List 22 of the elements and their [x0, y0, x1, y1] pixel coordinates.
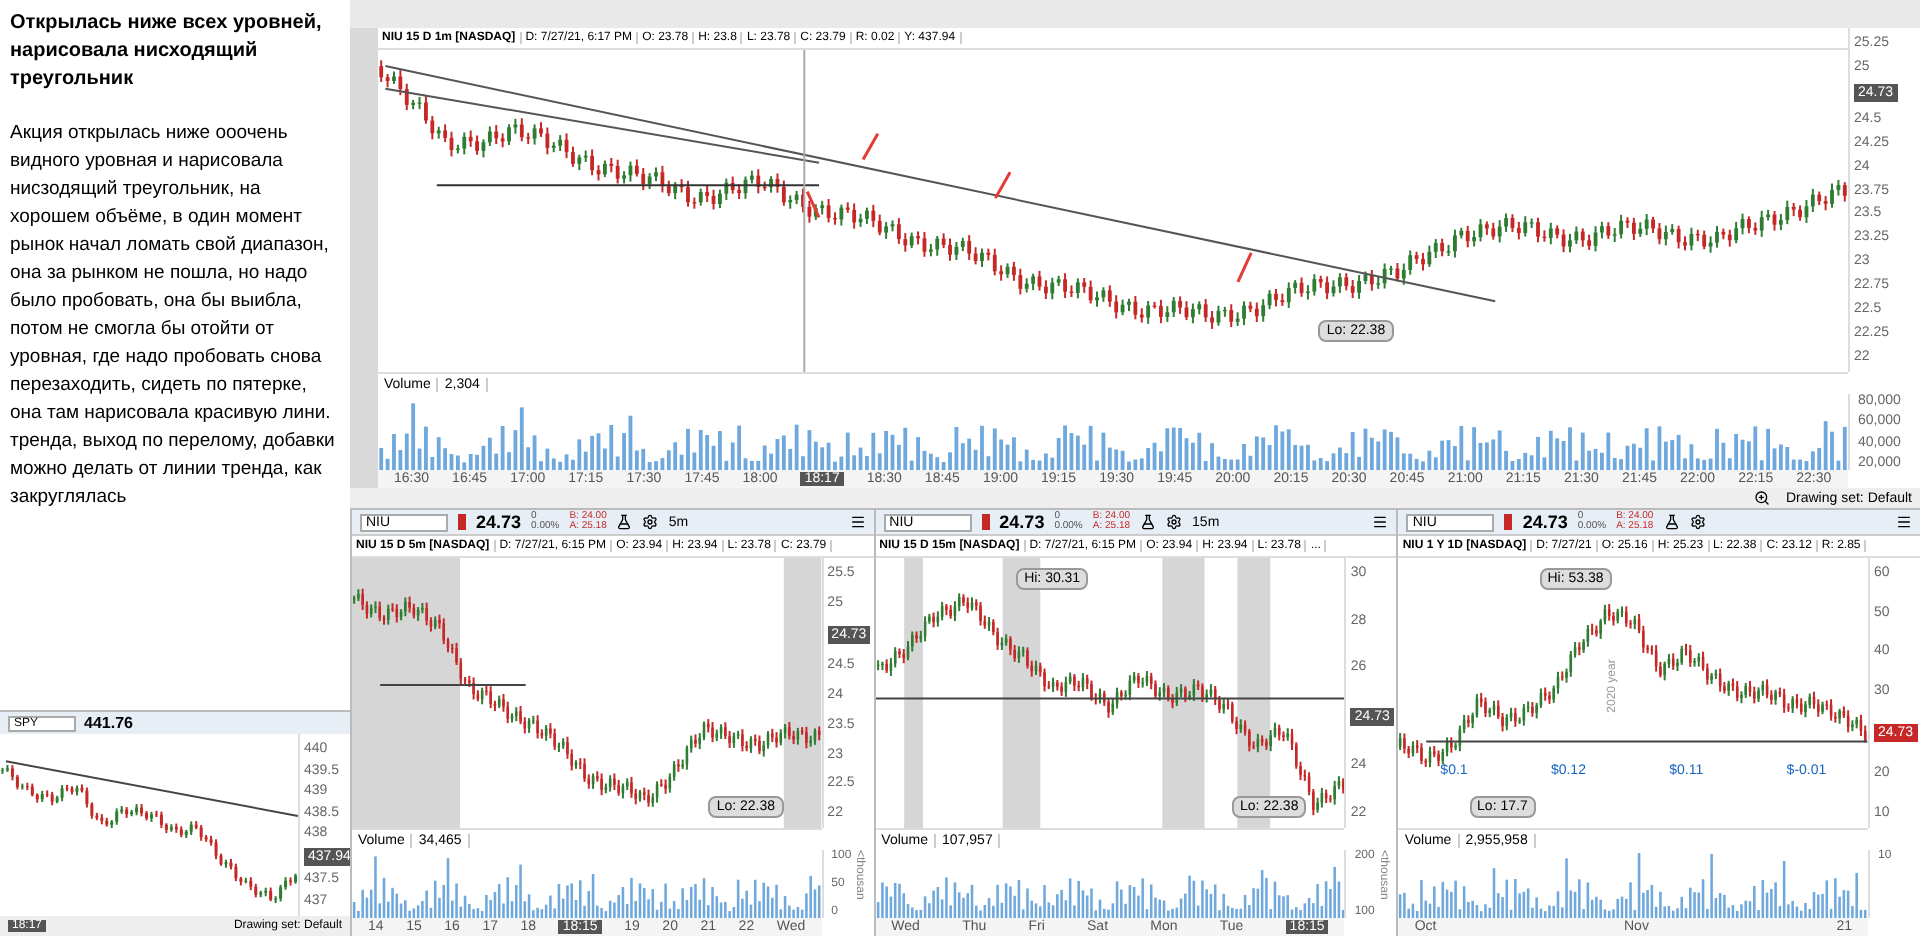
last-price: 441.76 [84, 715, 133, 731]
flask-icon[interactable] [616, 514, 633, 530]
note-text: Акция открылась ниже ооочень видного уровная и нарисовала нисзодящий треугольник, на хорошем объёме, в один момент рынок начал ломать свой диапазон, она за рынком не пошла, но надо было пробовать, она бы выибла, потом не смогла бы отойти от уровная, где надо пробовать снова перезаходить, сидеть по пятерке, она там нарисовала красивую лини. тренда, выход по перелому, добавки можно делать от линии тренда, как закруглялась [10, 120, 337, 512]
settings-icon[interactable] [1166, 514, 1183, 530]
settings-icon[interactable] [1689, 514, 1706, 530]
zoom-in-icon[interactable] [1753, 490, 1770, 506]
marker-line [994, 171, 1012, 199]
last-price: 24.73 [1522, 513, 1568, 531]
menu-icon[interactable] [849, 514, 866, 530]
note-title: Открылась ниже всех уровней, нарисовала нисходящий треугольник [10, 10, 324, 94]
marker-line [861, 132, 880, 161]
settings-icon[interactable] [642, 514, 659, 530]
flask-icon[interactable] [1140, 514, 1157, 530]
marker-line [1236, 252, 1253, 283]
last-price: 24.73 [999, 513, 1045, 531]
alert-badge-icon[interactable] [981, 514, 990, 530]
last-price: 24.73 [476, 513, 522, 531]
flask-icon[interactable] [1663, 514, 1680, 530]
alert-badge-icon[interactable] [1504, 514, 1513, 530]
menu-icon[interactable] [1372, 514, 1389, 530]
marker-line [805, 191, 821, 219]
menu-icon[interactable] [1896, 514, 1913, 530]
